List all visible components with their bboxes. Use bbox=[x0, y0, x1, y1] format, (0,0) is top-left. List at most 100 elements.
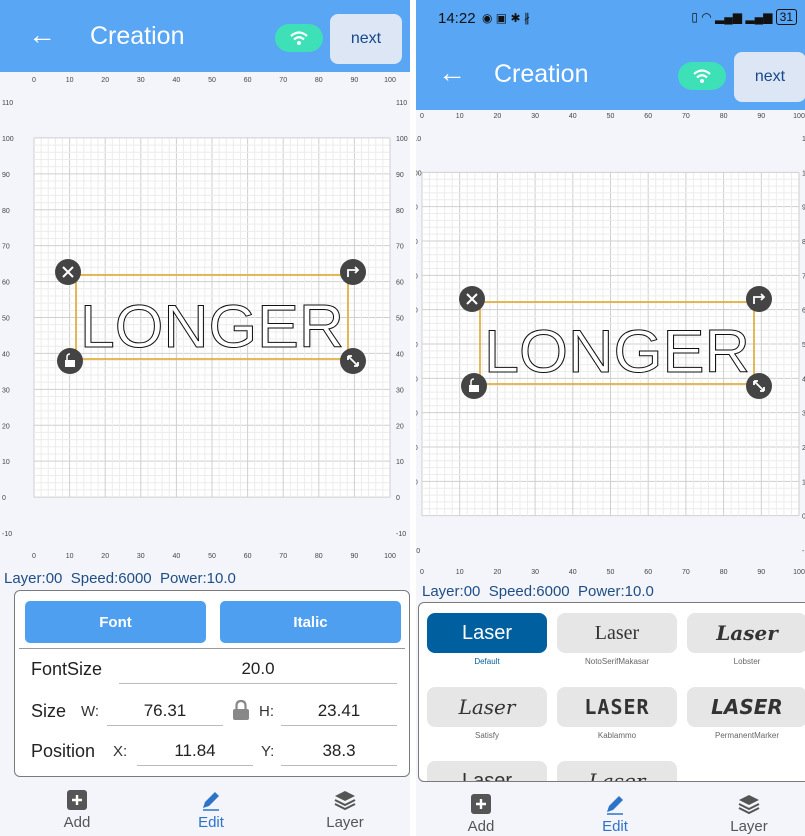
font-tab[interactable]: Font bbox=[25, 601, 206, 643]
x-tick-label: 0 bbox=[420, 113, 424, 120]
width-field[interactable]: 76.31 bbox=[107, 701, 223, 726]
nav-edit[interactable]: Edit bbox=[565, 790, 665, 835]
y-tick-label: 70 bbox=[416, 273, 418, 280]
lock-icon[interactable] bbox=[232, 699, 250, 726]
app-bar: ← Creation next bbox=[416, 38, 805, 110]
canvas-grid[interactable]: 0 0 10 10 20 20 30 30 40 40 50 50 60 60 70 70 80 80 90 90 10… bbox=[416, 110, 805, 580]
x-tick-label: 30 bbox=[137, 77, 145, 84]
x-tick-label: 100 bbox=[793, 569, 805, 576]
y-tick-label: 110 bbox=[416, 136, 421, 143]
y-tick-label: 50 bbox=[2, 316, 10, 323]
x-tick-label: 30 bbox=[531, 569, 539, 576]
system-status-bar: 14:22 ◉ ▣ ✱ ∦ ▯ ◠ ▂▄▆ ▂▄▆ 31 bbox=[416, 0, 805, 38]
position-label: Position bbox=[31, 741, 96, 761]
y-tick-label: 30 bbox=[416, 411, 418, 418]
status-line: Layer:00 Speed:6000 Power:10.0 bbox=[422, 583, 654, 600]
font-option[interactable]: Laser NotoSerifMakasar bbox=[557, 613, 677, 666]
wifi-icon[interactable] bbox=[275, 24, 323, 52]
height-field[interactable]: 23.41 bbox=[281, 701, 397, 726]
bottom-nav: Add Edit Layer bbox=[0, 786, 410, 836]
y-tick-label: 90 bbox=[416, 205, 418, 212]
nav-add[interactable]: Add bbox=[27, 786, 127, 831]
layers-icon bbox=[699, 790, 799, 818]
page-title: Creation bbox=[90, 22, 185, 50]
next-button[interactable]: next bbox=[734, 52, 805, 102]
font-name: Kablammo bbox=[597, 731, 637, 740]
y-tick-label: 30 bbox=[2, 387, 10, 394]
font-option[interactable]: LASER Kablammo bbox=[557, 687, 677, 740]
font-sample: Laser bbox=[687, 613, 805, 653]
y-tick-label: 0 bbox=[2, 495, 6, 502]
x-tick-label: 70 bbox=[682, 113, 690, 120]
lock-glyph bbox=[65, 360, 75, 367]
back-icon[interactable]: ← bbox=[438, 58, 466, 88]
x-tick-label: 100 bbox=[384, 77, 396, 84]
font-sample: LASER bbox=[557, 687, 677, 727]
power-status: Power:10.0 bbox=[577, 583, 654, 600]
y-tick-label: -10 bbox=[2, 531, 12, 538]
x-tick-label: 40 bbox=[569, 569, 577, 576]
x-field[interactable]: 11.84 bbox=[137, 741, 253, 766]
x-tick-label: 80 bbox=[720, 569, 728, 576]
x-tick-label: 90 bbox=[757, 569, 765, 576]
next-button[interactable]: next bbox=[330, 14, 402, 64]
y-tick-label: 100 bbox=[416, 170, 422, 177]
italic-tab[interactable]: Italic bbox=[220, 601, 401, 643]
bottom-nav: Add Edit Layer bbox=[416, 790, 805, 836]
canvas-grid[interactable]: 0 0 10 10 20 20 30 30 40 40 50 50 60 60 70 70 80 80 90 90 10… bbox=[0, 72, 410, 566]
font-option[interactable]: Laser Lobster bbox=[687, 613, 805, 666]
x-tick-label: 60 bbox=[244, 553, 252, 560]
x-tick-label: 80 bbox=[720, 113, 728, 120]
edit-panel: Font Italic FontSize 20.0 Size W: 76.31 … bbox=[14, 590, 410, 777]
y-label: Y: bbox=[261, 743, 275, 760]
size-label: Size bbox=[31, 701, 67, 721]
y-tick-label: -10 bbox=[416, 548, 420, 555]
rotate-handle-icon[interactable] bbox=[340, 259, 366, 285]
x-tick-label: 0 bbox=[420, 569, 424, 576]
nav-layer[interactable]: Layer bbox=[699, 790, 799, 835]
y-tick-label: 90 bbox=[396, 172, 404, 179]
y-tick-label: 20 bbox=[2, 423, 10, 430]
font-option[interactable]: Laser Default bbox=[427, 613, 547, 666]
x-tick-label: 50 bbox=[607, 569, 615, 576]
x-tick-label: 80 bbox=[315, 553, 323, 560]
y-tick-label: 80 bbox=[416, 239, 418, 246]
y-tick-label: 100 bbox=[396, 136, 408, 143]
fontsize-field[interactable]: 20.0 bbox=[119, 659, 397, 684]
nav-add[interactable]: Add bbox=[431, 790, 531, 835]
y-tick-label: 60 bbox=[416, 308, 418, 315]
y-tick-label: 20 bbox=[396, 423, 404, 430]
x-tick-label: 40 bbox=[173, 77, 181, 84]
y-tick-label: 40 bbox=[396, 351, 404, 358]
rotate-handle-icon[interactable] bbox=[746, 286, 772, 312]
font-option[interactable]: Laser bbox=[557, 761, 677, 781]
canvas-text: LONGER bbox=[484, 318, 750, 385]
height-label: H: bbox=[259, 703, 274, 720]
pencil-icon bbox=[565, 790, 665, 818]
right-screen: 14:22 ◉ ▣ ✱ ∦ ▯ ◠ ▂▄▆ ▂▄▆ 31 ← Creation … bbox=[416, 0, 805, 836]
x-tick-label: 90 bbox=[757, 113, 765, 120]
x-tick-label: 0 bbox=[32, 77, 36, 84]
x-tick-label: 30 bbox=[531, 113, 539, 120]
font-option[interactable]: Laser bbox=[427, 761, 547, 781]
font-option[interactable]: Laser Satisfy bbox=[427, 687, 547, 740]
x-tick-label: 80 bbox=[315, 77, 323, 84]
add-icon bbox=[431, 790, 531, 818]
x-tick-label: 100 bbox=[793, 113, 805, 120]
back-icon[interactable]: ← bbox=[28, 20, 56, 50]
y-field[interactable]: 38.3 bbox=[281, 741, 397, 766]
x-tick-label: 10 bbox=[456, 569, 464, 576]
y-tick-label: 100 bbox=[2, 136, 14, 143]
nav-layer[interactable]: Layer bbox=[295, 786, 395, 831]
y-tick-label: 10 bbox=[2, 459, 10, 466]
font-option[interactable]: LASER PermanentMarker bbox=[687, 687, 805, 740]
x-tick-label: 70 bbox=[279, 553, 287, 560]
divider bbox=[19, 648, 405, 649]
wifi-icon[interactable] bbox=[678, 62, 726, 90]
y-tick-label: 40 bbox=[2, 351, 10, 358]
x-tick-label: 70 bbox=[279, 77, 287, 84]
y-tick-label: 80 bbox=[396, 208, 404, 215]
y-tick-label: 70 bbox=[2, 244, 10, 251]
nav-edit[interactable]: Edit bbox=[161, 786, 261, 831]
font-name: NotoSerifMakasar bbox=[584, 657, 650, 666]
